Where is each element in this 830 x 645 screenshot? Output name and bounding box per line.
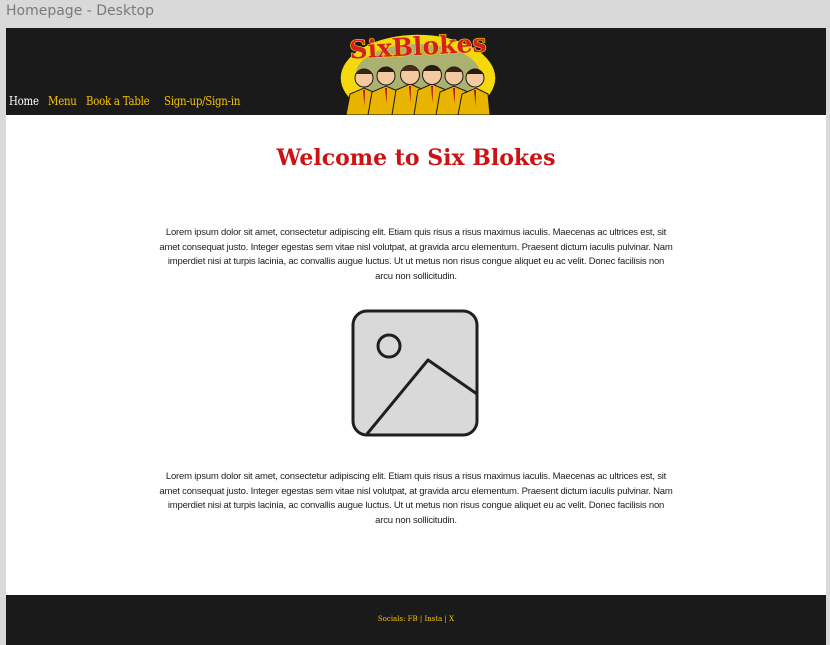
page-frame: Home Menu Book a Table Sign-up/Sign-in S… bbox=[6, 28, 826, 645]
main-content: Welcome to Six Blokes Lorem ipsum dolor … bbox=[6, 115, 826, 595]
socials-links[interactable]: Socials: FB | Insta | X bbox=[6, 615, 826, 623]
site-header: Home Menu Book a Table Sign-up/Sign-in S… bbox=[6, 28, 826, 115]
nav-signup-signin-link[interactable]: Sign-up/Sign-in bbox=[164, 94, 240, 108]
intro-paragraph: Lorem ipsum dolor sit amet, consectetur … bbox=[159, 227, 673, 282]
frame-title: Homepage - Desktop bbox=[6, 3, 154, 19]
page-title: Welcome to Six Blokes bbox=[276, 145, 556, 171]
site-footer: Socials: FB | Insta | X bbox=[6, 595, 826, 645]
main-nav: Home Menu Book a Table Sign-up/Sign-in bbox=[9, 94, 244, 108]
nav-home-link[interactable]: Home bbox=[9, 94, 39, 108]
image-placeholder-icon bbox=[351, 309, 479, 437]
nav-menu-link[interactable]: Menu bbox=[48, 94, 77, 108]
nav-book-table-link[interactable]: Book a Table bbox=[86, 94, 150, 108]
second-paragraph: Lorem ipsum dolor sit amet, consectetur … bbox=[159, 471, 673, 526]
six-blokes-logo[interactable]: SixBlokes bbox=[338, 28, 498, 115]
